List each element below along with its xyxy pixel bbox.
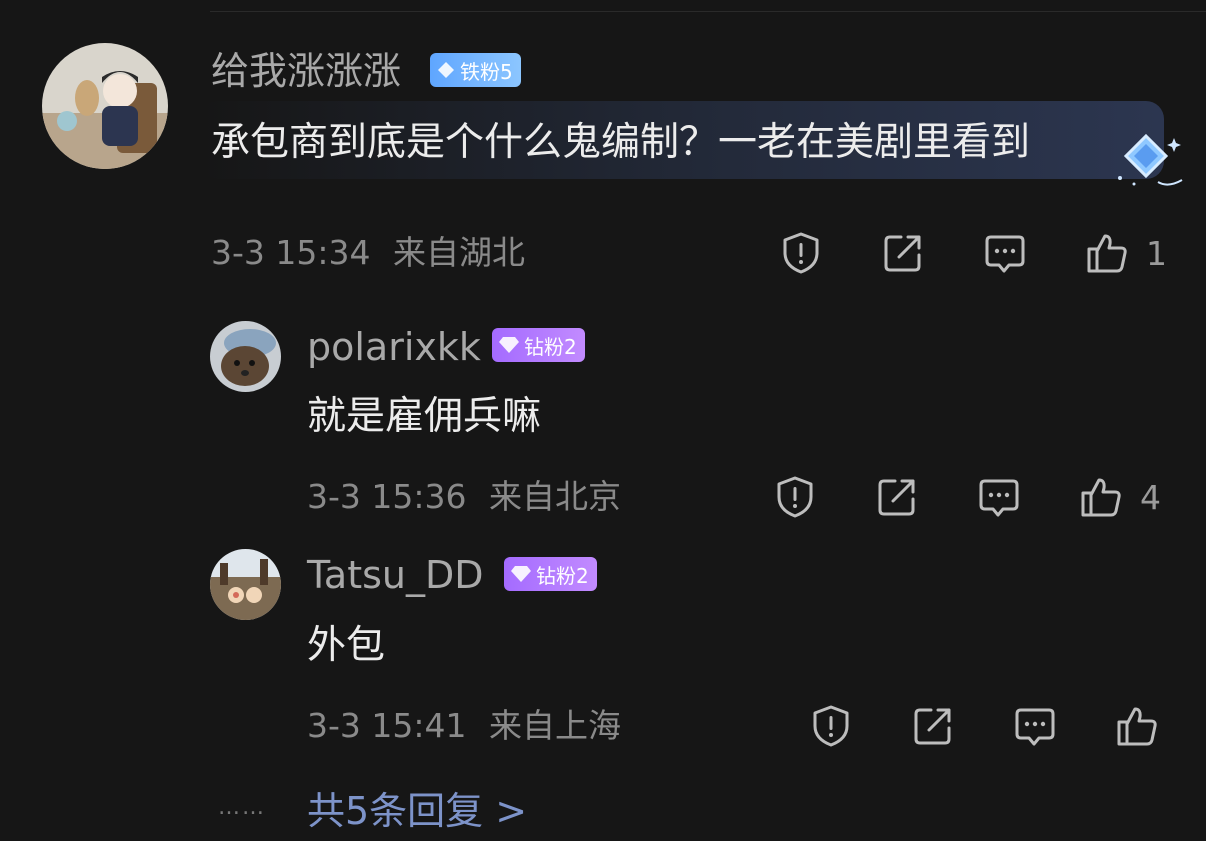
diamond-icon — [511, 566, 531, 582]
share-button[interactable] — [910, 703, 956, 749]
location: 来自湖北 — [393, 233, 525, 272]
reply-meta: 3-3 15:41 来自上海 — [307, 709, 621, 742]
diamond-icon — [438, 62, 454, 78]
report-button[interactable] — [808, 703, 854, 749]
username[interactable]: 给我涨涨涨 — [211, 52, 401, 90]
reply-button[interactable] — [982, 230, 1028, 276]
timestamp: 3-3 15:36 — [307, 477, 467, 516]
badge-label: 钻粉2 — [524, 334, 577, 359]
reply-text[interactable]: 就是雇佣兵嘛 — [307, 397, 541, 436]
divider — [210, 11, 1206, 12]
share-icon — [914, 708, 951, 745]
like-count: 1 — [1146, 234, 1167, 273]
report-icon — [813, 705, 849, 747]
like-count: 4 — [1140, 478, 1161, 517]
share-icon — [884, 235, 921, 272]
badge-label: 钻粉2 — [536, 563, 589, 588]
reply-button[interactable] — [976, 474, 1022, 520]
fan-badge[interactable]: 钻粉2 — [504, 557, 597, 591]
share-icon — [878, 479, 915, 516]
comment-icon — [979, 479, 1019, 517]
timestamp: 3-3 15:34 — [211, 233, 371, 272]
reply-meta: 3-3 15:36 来自北京 — [307, 480, 621, 513]
share-button[interactable] — [880, 230, 926, 276]
thumbs-up-icon — [1117, 707, 1157, 746]
sparkle-diamond-icon — [1108, 130, 1188, 198]
location: 来自上海 — [489, 706, 621, 745]
fan-badge[interactable]: 铁粉5 — [430, 53, 521, 87]
report-button[interactable] — [778, 230, 824, 276]
comment-icon — [1015, 708, 1055, 746]
comment-text[interactable]: 承包商到底是个什么鬼编制？一老在美剧里看到 — [211, 123, 1030, 162]
location: 来自北京 — [489, 477, 621, 516]
username[interactable]: polarixkk — [307, 328, 481, 366]
comment-icon — [985, 235, 1025, 273]
thumbs-up-icon — [1087, 234, 1127, 273]
report-icon — [783, 232, 819, 274]
share-button[interactable] — [874, 474, 920, 520]
avatar[interactable] — [210, 549, 281, 620]
comment-meta: 3-3 15:34 来自湖北 — [211, 236, 525, 269]
timestamp: 3-3 15:41 — [307, 706, 467, 745]
avatar[interactable] — [42, 43, 168, 169]
fan-badge[interactable]: 钻粉2 — [492, 328, 585, 362]
view-all-replies-link[interactable]: 共5条回复 > — [307, 792, 527, 830]
reply-text[interactable]: 外包 — [307, 626, 385, 665]
like-button[interactable] — [1084, 230, 1130, 276]
thumbs-up-icon — [1081, 478, 1121, 517]
username[interactable]: Tatsu_DD — [307, 556, 484, 594]
more-dots: …… — [218, 795, 266, 820]
report-button[interactable] — [772, 474, 818, 520]
like-button[interactable] — [1078, 474, 1124, 520]
avatar[interactable] — [210, 321, 281, 392]
like-button[interactable] — [1114, 703, 1160, 749]
reply-button[interactable] — [1012, 703, 1058, 749]
badge-label: 铁粉5 — [460, 59, 513, 84]
diamond-icon — [499, 337, 519, 353]
report-icon — [777, 476, 813, 518]
